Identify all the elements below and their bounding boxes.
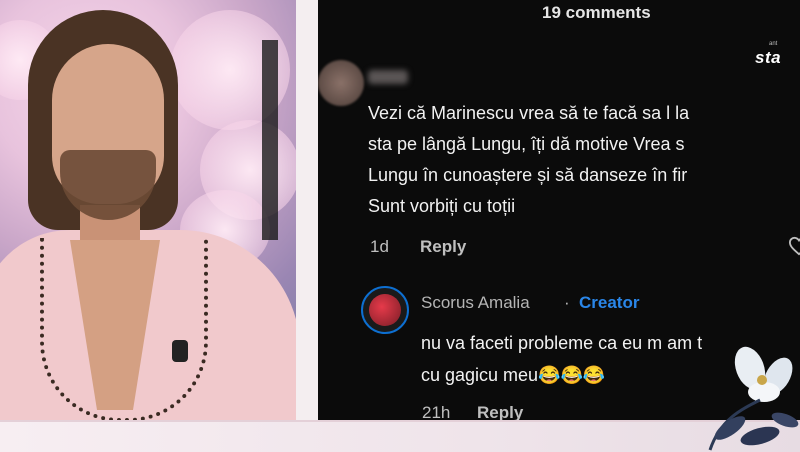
watermark-sub: ant xyxy=(769,41,778,47)
flower-decoration-icon xyxy=(708,346,799,451)
bottom-strip xyxy=(0,420,800,452)
comment-line: Vezi că Marinescu vrea să te facă sa l l… xyxy=(368,103,690,123)
author-separator: · xyxy=(564,293,570,312)
comments-count: 19 comments xyxy=(542,3,651,22)
channel-logo: sta xyxy=(755,48,782,67)
comment-line: Sunt vorbiți cu toții xyxy=(368,196,516,216)
reply-button[interactable]: Reply xyxy=(420,237,466,257)
reply-line: nu va faceti probleme ca eu m am t xyxy=(421,333,703,353)
comment-line: Lungu în cunoaștere și să danseze în fir xyxy=(368,165,688,185)
comment-text: Vezi că Marinescu vrea să te facă sa l l… xyxy=(368,98,800,222)
comment-line: sta pe lângă Lungu, îți dă motive Vrea s xyxy=(368,134,685,154)
creator-badge: Creator xyxy=(579,293,640,312)
broadcast-frame: 19 comments ant sta Vezi că Marinescu vr… xyxy=(0,0,800,452)
creator-avatar[interactable] xyxy=(361,286,409,334)
heart-icon[interactable] xyxy=(788,236,800,256)
microphone xyxy=(172,340,188,362)
comment-timestamp: 1d xyxy=(370,237,389,256)
reply-author[interactable]: Scorus Amalia xyxy=(421,293,530,313)
reply-line: cu gagicu meu😂😂😂 xyxy=(421,365,606,385)
studio-video-feed xyxy=(0,0,296,420)
commenter-name-blurred xyxy=(368,70,408,84)
commenter-avatar[interactable] xyxy=(318,60,364,106)
